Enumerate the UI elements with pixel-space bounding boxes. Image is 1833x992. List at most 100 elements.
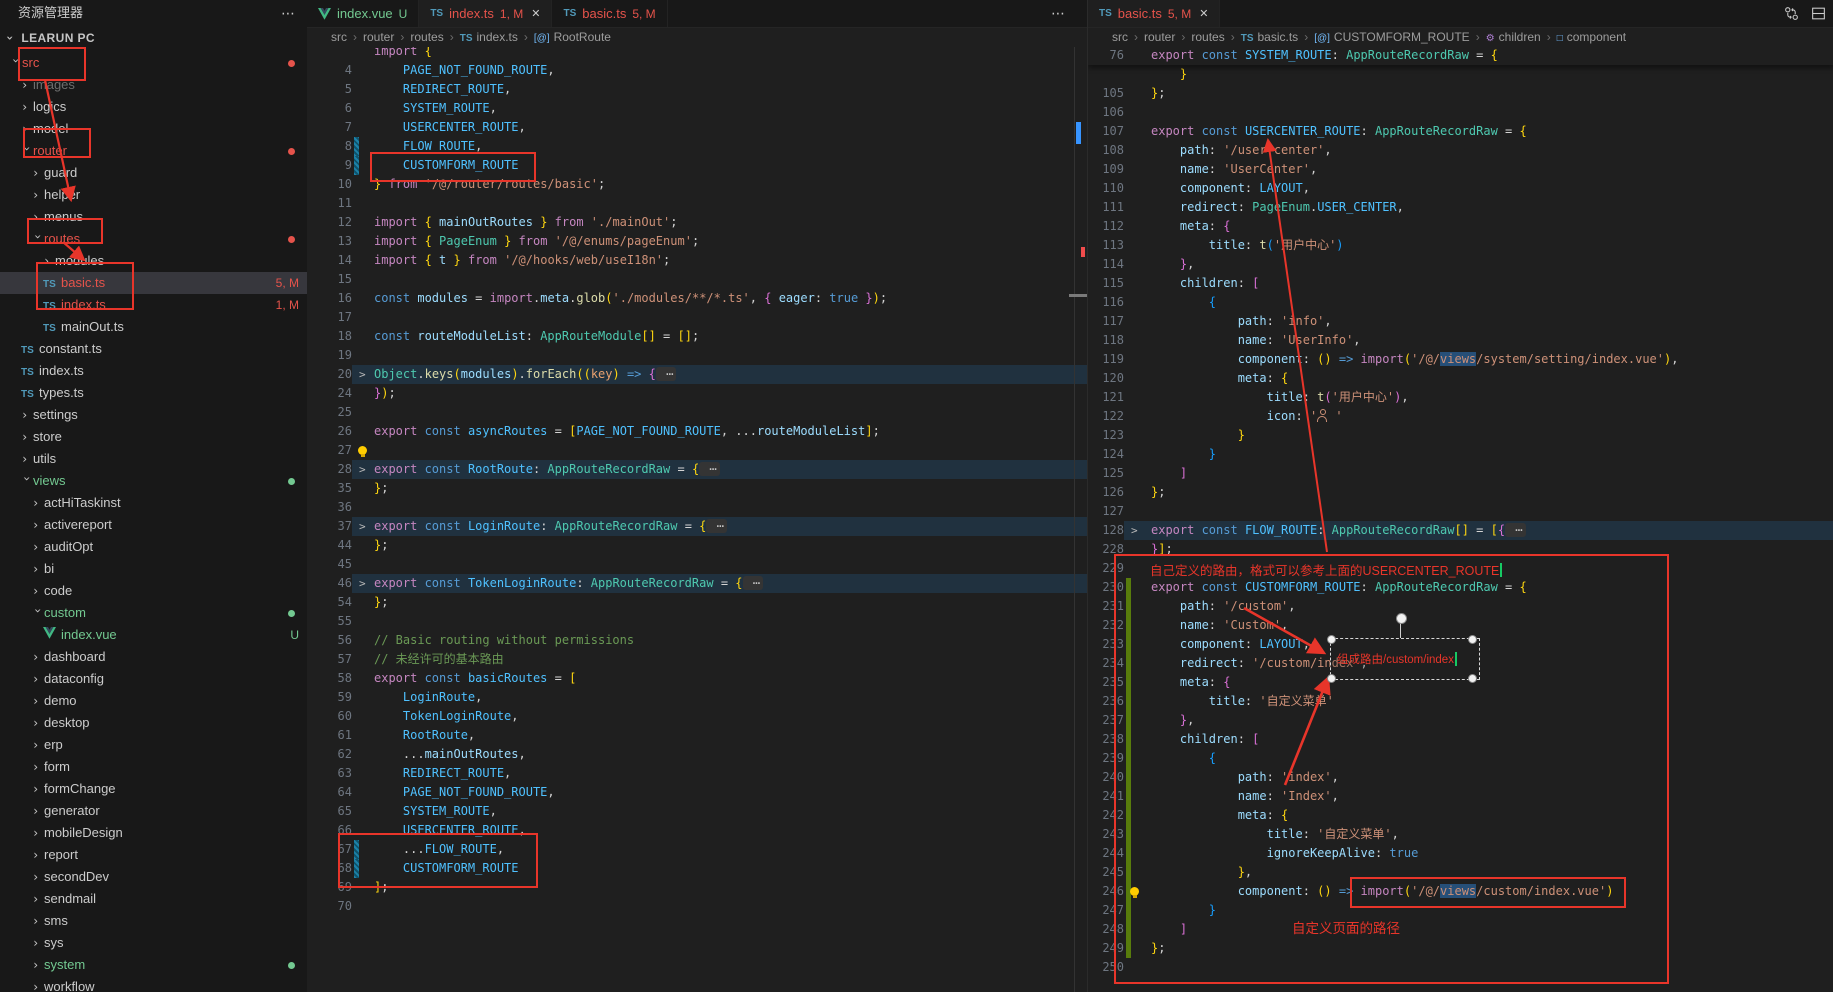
- gutter-added-indicator[interactable]: [1126, 673, 1131, 692]
- chevron-right-icon[interactable]: ›: [32, 492, 44, 514]
- tree-item-custom[interactable]: ›custom: [0, 602, 307, 624]
- tree-item-model[interactable]: ›model: [0, 118, 307, 140]
- tree-item-basic.ts[interactable]: TSbasic.ts5, M: [0, 272, 307, 294]
- chevron-right-icon[interactable]: ›: [32, 844, 44, 866]
- gutter-added-indicator[interactable]: [1126, 825, 1131, 844]
- gutter-added-indicator[interactable]: [1126, 711, 1131, 730]
- tree-item-logics[interactable]: ›logics: [0, 96, 307, 118]
- tree-item-settings[interactable]: ›settings: [0, 404, 307, 426]
- breadcrumb-item-router[interactable]: router: [1144, 30, 1175, 44]
- chevron-right-icon[interactable]: ›: [32, 184, 44, 206]
- annotation-corner-handle-br[interactable]: [1468, 674, 1477, 683]
- chevron-right-icon[interactable]: ›: [32, 822, 44, 844]
- tree-item-views[interactable]: ›views: [0, 470, 307, 492]
- chevron-right-icon[interactable]: ›: [32, 514, 44, 536]
- tree-item-mobileDesign[interactable]: ›mobileDesign: [0, 822, 307, 844]
- tree-item-images[interactable]: ›images: [0, 74, 307, 96]
- fold-chevron-icon[interactable]: >: [359, 517, 366, 536]
- fold-chevron-icon[interactable]: >: [359, 574, 366, 593]
- tree-item-index.ts[interactable]: TSindex.ts1, M: [0, 294, 307, 316]
- breadcrumb-item-CUSTOMFORM_ROUTE[interactable]: CUSTOMFORM_ROUTE: [1334, 30, 1470, 44]
- chevron-right-icon[interactable]: ›: [21, 118, 33, 140]
- tree-item-guard[interactable]: ›guard: [0, 162, 307, 184]
- tree-item-store[interactable]: ›store: [0, 426, 307, 448]
- tree-item-constant.ts[interactable]: TSconstant.ts: [0, 338, 307, 360]
- gutter-added-indicator[interactable]: [1126, 749, 1131, 768]
- breadcrumb-item-src[interactable]: src: [331, 30, 347, 44]
- fold-chevron-icon[interactable]: >: [1131, 521, 1138, 540]
- close-icon[interactable]: ✕: [1199, 7, 1208, 20]
- lightbulb-icon[interactable]: [358, 446, 367, 455]
- gutter-added-indicator[interactable]: [1126, 844, 1131, 863]
- tree-item-routes[interactable]: ›routes: [0, 228, 307, 250]
- tree-item-src[interactable]: ›src: [0, 52, 307, 74]
- tab-overflow-icon[interactable]: ⋯: [1051, 5, 1065, 22]
- tree-item-demo[interactable]: ›demo: [0, 690, 307, 712]
- overview-ruler[interactable]: [1074, 46, 1087, 992]
- gutter-added-indicator[interactable]: [1126, 863, 1131, 882]
- tree-item-erp[interactable]: ›erp: [0, 734, 307, 756]
- gutter-added-indicator[interactable]: [1126, 578, 1131, 597]
- chevron-right-icon[interactable]: ›: [32, 712, 44, 734]
- chevron-right-icon[interactable]: ›: [43, 250, 55, 272]
- tree-item-actHiTaskinst[interactable]: ›actHiTaskinst: [0, 492, 307, 514]
- chevron-down-icon[interactable]: ›: [16, 145, 38, 157]
- tree-item-index.ts[interactable]: TSindex.ts: [0, 360, 307, 382]
- workspace-root[interactable]: › LEARUN PC: [0, 26, 307, 50]
- breadcrumb-item-routes[interactable]: routes: [410, 30, 443, 44]
- annotation-corner-handle-tl[interactable]: [1327, 635, 1336, 644]
- breadcrumb-item-src[interactable]: src: [1112, 30, 1128, 44]
- tree-item-desktop[interactable]: ›desktop: [0, 712, 307, 734]
- code-editor-basic-ts[interactable]: 76export const SYSTEM_ROUTE: AppRouteRec…: [1088, 46, 1833, 992]
- tree-item-generator[interactable]: ›generator: [0, 800, 307, 822]
- chevron-down-icon[interactable]: ›: [5, 57, 27, 69]
- chevron-right-icon[interactable]: ›: [32, 668, 44, 690]
- gutter-modified-indicator[interactable]: [354, 840, 359, 859]
- gutter-added-indicator[interactable]: [1126, 616, 1131, 635]
- chevron-right-icon[interactable]: ›: [32, 756, 44, 778]
- tree-item-sendmail[interactable]: ›sendmail: [0, 888, 307, 910]
- tab-basic.ts[interactable]: TSbasic.ts5, M: [552, 0, 667, 27]
- chevron-right-icon[interactable]: ›: [32, 162, 44, 184]
- gutter-added-indicator[interactable]: [1126, 768, 1131, 787]
- breadcrumb-item-RootRoute[interactable]: RootRoute: [554, 30, 611, 44]
- chevron-right-icon[interactable]: ›: [32, 558, 44, 580]
- breadcrumb-item-index.ts[interactable]: index.ts: [477, 30, 518, 44]
- tree-item-report[interactable]: ›report: [0, 844, 307, 866]
- tree-item-code[interactable]: ›code: [0, 580, 307, 602]
- chevron-right-icon[interactable]: ›: [32, 690, 44, 712]
- chevron-right-icon[interactable]: ›: [32, 866, 44, 888]
- breadcrumb-item-basic.ts[interactable]: basic.ts: [1258, 30, 1299, 44]
- gutter-added-indicator[interactable]: [1126, 635, 1131, 654]
- gutter-added-indicator[interactable]: [1126, 901, 1131, 920]
- gutter-added-indicator[interactable]: [1126, 939, 1131, 958]
- gutter-added-indicator[interactable]: [1126, 787, 1131, 806]
- gutter-added-indicator[interactable]: [1126, 920, 1131, 939]
- chevron-down-icon[interactable]: ›: [16, 475, 38, 487]
- gutter-added-indicator[interactable]: [1126, 692, 1131, 711]
- tab-index.ts[interactable]: TSindex.ts1, M✕: [419, 0, 552, 27]
- tree-item-dashboard[interactable]: ›dashboard: [0, 646, 307, 668]
- tree-item-types.ts[interactable]: TStypes.ts: [0, 382, 307, 404]
- tree-item-index.vue[interactable]: index.vueU: [0, 624, 307, 646]
- annotation-rotate-handle[interactable]: [1396, 613, 1407, 624]
- chevron-right-icon[interactable]: ›: [32, 888, 44, 910]
- tree-item-menus[interactable]: ›menus: [0, 206, 307, 228]
- chevron-right-icon[interactable]: ›: [32, 778, 44, 800]
- close-icon[interactable]: ✕: [531, 7, 540, 20]
- chevron-right-icon[interactable]: ›: [32, 536, 44, 558]
- breadcrumb-item-children[interactable]: children: [1499, 30, 1541, 44]
- gutter-modified-indicator[interactable]: [354, 156, 359, 175]
- gutter-modified-indicator[interactable]: [354, 859, 359, 878]
- gutter-added-indicator[interactable]: [1126, 730, 1131, 749]
- fold-chevron-icon[interactable]: >: [359, 365, 366, 384]
- gutter-added-indicator[interactable]: [1126, 654, 1131, 673]
- tree-item-workflow[interactable]: ›workflow: [0, 976, 307, 992]
- tree-item-activereport[interactable]: ›activereport: [0, 514, 307, 536]
- tree-item-bi[interactable]: ›bi: [0, 558, 307, 580]
- fold-chevron-icon[interactable]: >: [359, 460, 366, 479]
- gutter-modified-indicator[interactable]: [354, 137, 359, 156]
- tree-item-system[interactable]: ›system: [0, 954, 307, 976]
- tree-item-mainOut.ts[interactable]: TSmainOut.ts: [0, 316, 307, 338]
- tab-basic.ts[interactable]: TSbasic.ts5, M✕: [1088, 0, 1220, 27]
